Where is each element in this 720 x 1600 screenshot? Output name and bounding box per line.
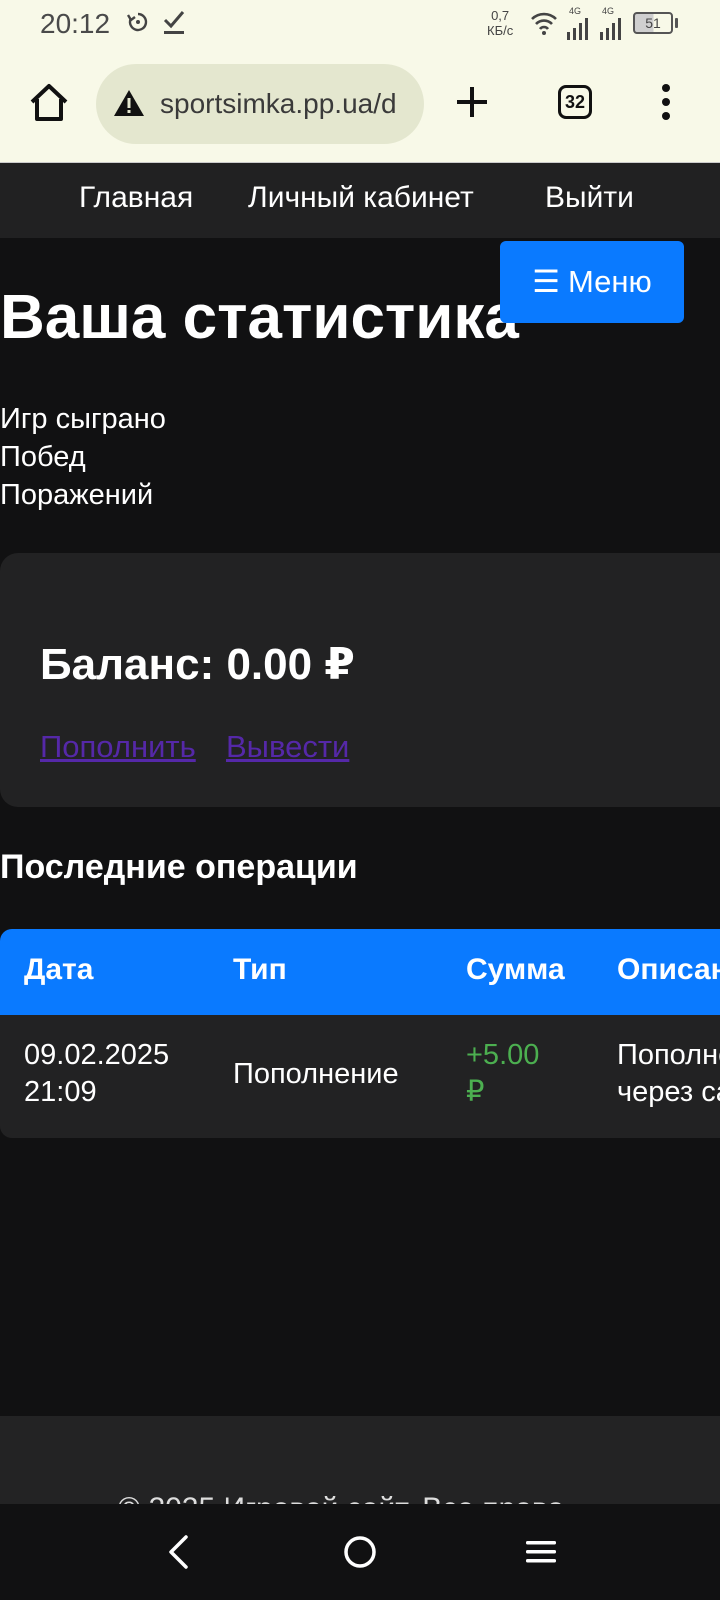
page-title: Ваша статистика (0, 283, 519, 352)
balance-card: Баланс: 0.00 ₽ Пополнить Вывести (0, 553, 720, 807)
back-icon[interactable] (166, 1534, 192, 1570)
cell-amount: +5.00 ₽ (466, 1039, 540, 1108)
browser-toolbar: sportsimka.pp.ua/d 32 (0, 52, 720, 163)
plus-icon[interactable] (455, 85, 489, 119)
table-row: 09.02.2025 21:09 Пополнение +5.00 ₽ Попо… (0, 1015, 720, 1138)
operations-title: Последние операции (0, 848, 358, 886)
status-time: 20:12 (40, 8, 111, 39)
cell-type: Пополнение (233, 1058, 399, 1090)
menu-label: Меню (568, 264, 652, 299)
recents-icon[interactable] (524, 1534, 558, 1570)
hamburger-icon: ☰ (532, 264, 560, 299)
stats-list: Игр сыграно Побед Поражений (0, 400, 166, 514)
column-header-date: Дата (24, 953, 94, 986)
withdraw-link[interactable]: Вывести (226, 729, 349, 765)
battery-icon: 51 (633, 12, 673, 34)
table-header: Дата Тип Сумма Описание (0, 929, 720, 1015)
battery-tip (675, 18, 678, 28)
home-circle-icon[interactable] (342, 1534, 378, 1570)
deposit-link[interactable]: Пополнить (40, 729, 196, 765)
column-header-description: Описание (617, 953, 720, 986)
warning-icon[interactable] (112, 88, 146, 118)
signal-icon: 4G (565, 6, 593, 40)
column-header-amount: Сумма (466, 953, 565, 986)
download-done-icon (163, 11, 185, 34)
tabs-icon[interactable]: 32 (558, 85, 592, 119)
stat-wins: Побед (0, 441, 86, 473)
home-icon[interactable] (26, 80, 72, 126)
stat-losses: Поражений (0, 479, 154, 511)
nav-link-cabinet[interactable]: Личный кабинет (248, 181, 474, 215)
site-nav: Главная Личный кабинет Выйти (0, 163, 720, 238)
sync-icon (126, 12, 148, 32)
status-bar: 20:12 0,7 КБ/с 4G 4G 51 (0, 0, 720, 52)
url-text: sportsimka.pp.ua/d (160, 88, 397, 119)
more-icon[interactable] (660, 82, 672, 122)
network-speed: 0,7 КБ/с (487, 8, 514, 38)
menu-button[interactable]: ☰ Меню (500, 241, 684, 323)
operations-table: Дата Тип Сумма Описание 09.02.2025 21:09… (0, 929, 720, 1138)
cell-date: 09.02.2025 21:09 (24, 1039, 170, 1108)
signal-icon: 4G (598, 6, 626, 40)
system-nav-bar (0, 1504, 720, 1600)
cell-description: Пополнение через сайт (617, 1039, 720, 1108)
site-footer: © 2025 Игровой сайт. Все права (0, 1416, 720, 1506)
stat-games-played: Игр сыграно (0, 403, 166, 435)
balance-title: Баланс: 0.00 ₽ (40, 640, 355, 689)
nav-link-logout[interactable]: Выйти (545, 181, 634, 215)
nav-link-home[interactable]: Главная (79, 181, 193, 215)
column-header-type: Тип (233, 953, 287, 986)
wifi-icon (531, 12, 557, 35)
address-field[interactable]: sportsimka.pp.ua/d (96, 64, 424, 144)
